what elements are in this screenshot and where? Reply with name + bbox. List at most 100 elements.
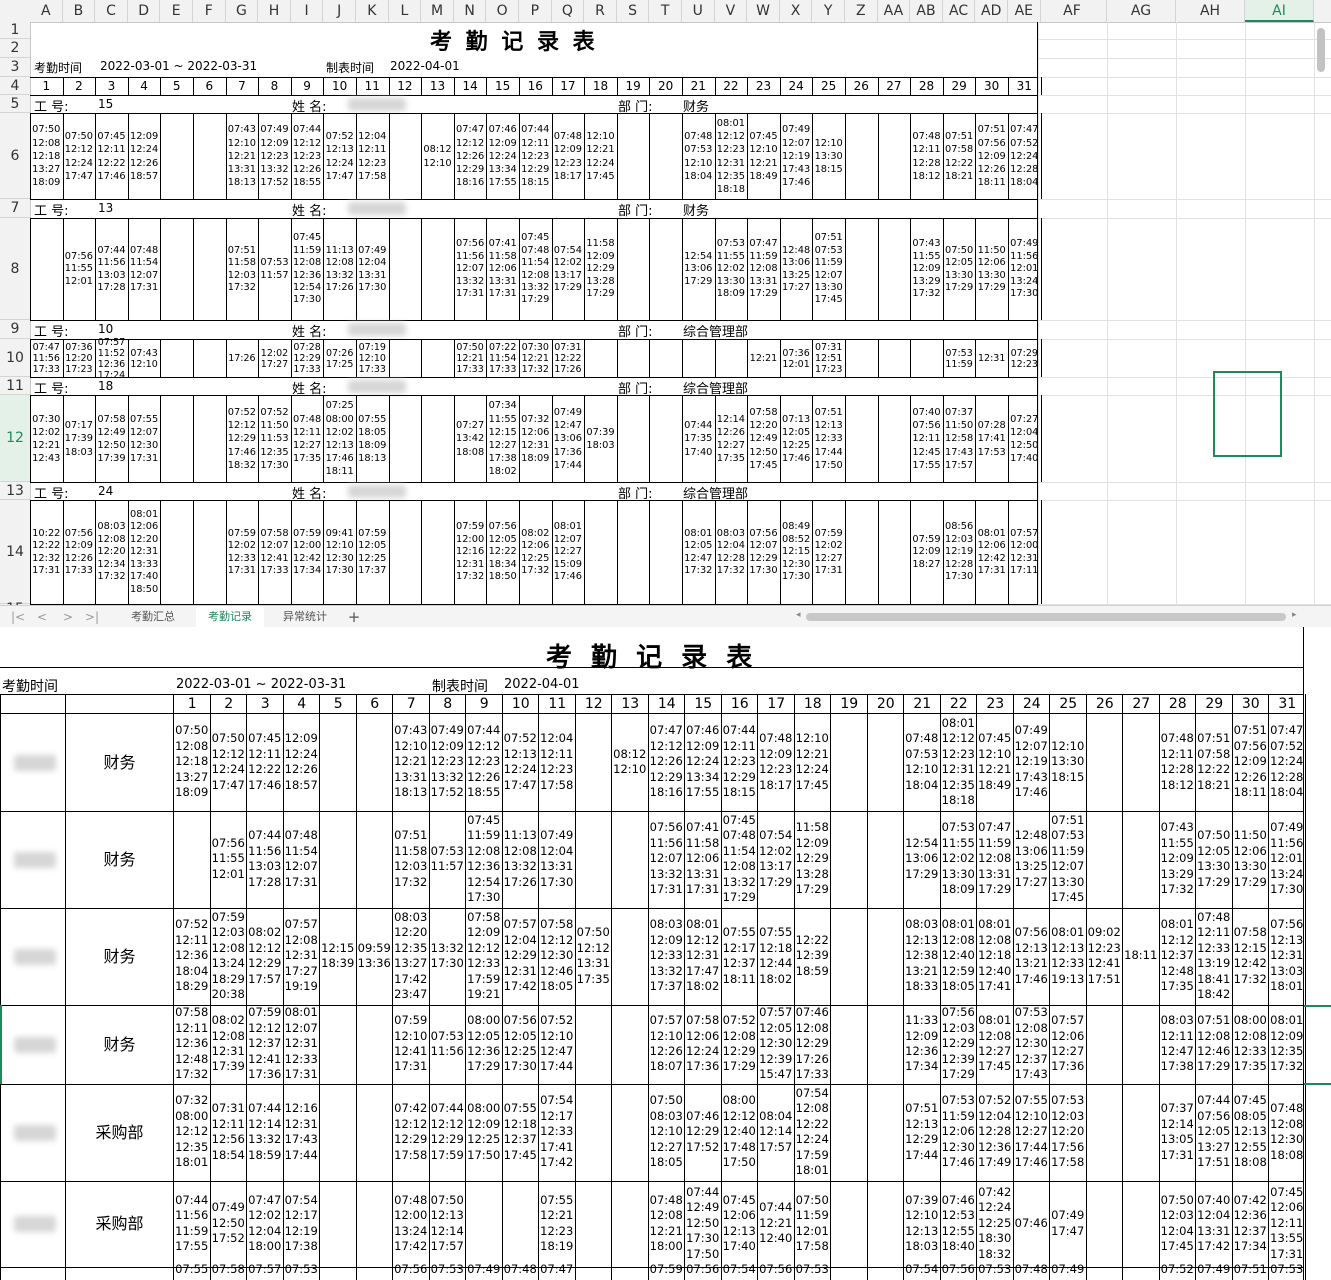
- column-header-ae[interactable]: AE: [1008, 0, 1041, 22]
- column-header-ac[interactable]: AC: [943, 0, 976, 22]
- row-header-6[interactable]: 6: [0, 113, 30, 199]
- day-header-5: 5: [172, 79, 181, 93]
- column-header-q[interactable]: Q: [552, 0, 585, 22]
- column-header-b[interactable]: B: [63, 0, 96, 22]
- tab-exception-stats[interactable]: 异常统计: [270, 606, 340, 627]
- column-header-s[interactable]: S: [617, 0, 650, 22]
- tab-attendance-record[interactable]: 考勤记录: [196, 606, 264, 627]
- column-header-h[interactable]: H: [258, 0, 291, 22]
- employee-name-label: 姓 名:: [292, 204, 327, 219]
- punch-cell: 07:47 11:59 12:08 13:31 17:29: [749, 238, 778, 300]
- punch-cell: [617, 340, 650, 377]
- column-header-c[interactable]: C: [95, 0, 128, 22]
- column-header-t[interactable]: T: [649, 0, 682, 22]
- row-header-10[interactable]: 10: [0, 339, 30, 377]
- column-header-d[interactable]: D: [128, 0, 161, 22]
- next-sheet-icon[interactable]: >: [60, 608, 76, 626]
- vertical-scrollbar[interactable]: [1317, 28, 1325, 72]
- row-header-9[interactable]: 9: [0, 320, 30, 339]
- row-header-11[interactable]: 11: [0, 377, 30, 395]
- printed-punch-cell: 07:59 12:10 12:41 17:31: [394, 1013, 428, 1074]
- horizontal-scrollbar[interactable]: [806, 613, 1286, 621]
- add-sheet-button[interactable]: +: [344, 606, 364, 627]
- printed-day-header-11: 11: [548, 696, 567, 712]
- printed-punch-cell: [868, 811, 904, 907]
- gridline: [1038, 500, 1331, 501]
- column-header-o[interactable]: O: [486, 0, 519, 22]
- cell-border: [1040, 218, 1042, 320]
- printed-day-header-3: 3: [260, 696, 270, 712]
- punch-cell: [389, 114, 422, 199]
- printed-punch-cell: 12:04 12:11 12:23 17:58: [540, 731, 574, 792]
- column-header-j[interactable]: J: [323, 0, 356, 22]
- row-header-3[interactable]: 3: [0, 58, 30, 77]
- printed-punch-cell: 07:54 12:17 12:19 17:38: [284, 1192, 318, 1254]
- column-header-ad[interactable]: AD: [975, 0, 1008, 22]
- column-header-ag[interactable]: AG: [1107, 0, 1176, 22]
- printed-punch-cell: 08:01 12:08 12:27 17:45: [978, 1013, 1012, 1074]
- column-header-aa[interactable]: AA: [878, 0, 911, 22]
- column-header-e[interactable]: E: [160, 0, 193, 22]
- column-header-g[interactable]: G: [226, 0, 259, 22]
- printed-period-label: 考勤时间: [2, 679, 58, 695]
- column-header-a[interactable]: A: [30, 0, 63, 22]
- printed-punch-cell: 07:48 12:11 12:28 18:12: [1160, 731, 1194, 792]
- printed-punch-cell: [868, 1261, 904, 1277]
- printed-punch-cell: [868, 714, 904, 810]
- column-header-l[interactable]: L: [389, 0, 422, 22]
- row-header-7[interactable]: 7: [0, 199, 30, 218]
- column-header-ab[interactable]: AB: [910, 0, 943, 22]
- column-header-i[interactable]: I: [291, 0, 324, 22]
- day-header-21: 21: [690, 79, 706, 93]
- column-header-r[interactable]: R: [584, 0, 617, 22]
- scroll-left-icon[interactable]: ◂: [796, 610, 801, 620]
- column-header-w[interactable]: W: [747, 0, 780, 22]
- printed-border: [0, 667, 1304, 668]
- last-sheet-icon[interactable]: >|: [84, 608, 100, 626]
- column-header-v[interactable]: V: [715, 0, 748, 22]
- printed-day-header-9: 9: [479, 696, 489, 712]
- day-header-1: 1: [42, 79, 51, 93]
- prev-sheet-icon[interactable]: <: [34, 608, 50, 626]
- column-header-af[interactable]: AF: [1038, 0, 1107, 22]
- punch-cell: 07:37 11:50 12:58 17:43 17:57: [944, 406, 974, 471]
- column-header-k[interactable]: K: [356, 0, 389, 22]
- row-header-13[interactable]: 13: [0, 482, 30, 500]
- first-sheet-icon[interactable]: |<: [10, 608, 26, 626]
- column-header-x[interactable]: X: [780, 0, 813, 22]
- row-header-14[interactable]: 14: [0, 500, 30, 604]
- column-header-z[interactable]: Z: [845, 0, 878, 22]
- row-header-8[interactable]: 8: [0, 218, 30, 320]
- printed-punch-cell: 07:41 11:58 12:06 13:31 17:31: [686, 820, 720, 897]
- printed-punch-cell: [576, 714, 612, 810]
- row-header-1[interactable]: 1: [0, 22, 30, 39]
- column-header-ah[interactable]: AH: [1176, 0, 1245, 22]
- column-header-y[interactable]: Y: [812, 0, 845, 22]
- printed-punch-cell: 08:01 12:07 12:31 12:33 17:31: [284, 1005, 318, 1082]
- punch-cell: 07:49 11:56 12:01 13:24 17:30: [1010, 238, 1039, 300]
- sheet-grid[interactable]: 考 勤 记 录 表考勤时间 2022-03-01 ~ 2022-03-31 制表时间…: [30, 22, 1331, 605]
- tab-attendance-summary[interactable]: 考勤汇总: [118, 606, 188, 627]
- scroll-right-icon[interactable]: ▸: [1292, 610, 1297, 620]
- row-header-5[interactable]: 5: [0, 95, 30, 113]
- row-header-12[interactable]: 12: [0, 395, 30, 482]
- printed-punch-cell: [1123, 714, 1159, 810]
- column-header-ai[interactable]: AI: [1245, 0, 1314, 22]
- printed-punch-cell: [612, 1005, 648, 1083]
- selected-cell[interactable]: [1213, 371, 1282, 457]
- column-header-u[interactable]: U: [682, 0, 715, 22]
- row-header-2[interactable]: 2: [0, 39, 30, 58]
- punch-cell: 07:49 12:07 12:19 17:43 17:46: [781, 124, 811, 189]
- gridline: [1245, 22, 1246, 605]
- column-header-p[interactable]: P: [519, 0, 552, 22]
- column-header-m[interactable]: M: [421, 0, 454, 22]
- row-header-4[interactable]: 4: [0, 77, 30, 95]
- punch-cell: 11:13 12:08 13:32 17:26: [325, 244, 354, 293]
- printed-day-header-26: 26: [1095, 696, 1114, 712]
- column-header-n[interactable]: N: [454, 0, 487, 22]
- printed-punch-cell: 08:00 12:12 12:40 17:48 17:50: [722, 1093, 756, 1170]
- printed-punch-cell: 07:44 12:49 12:50 17:30 17:50: [686, 1184, 720, 1261]
- column-header-f[interactable]: F: [193, 0, 226, 22]
- printed-punch-cell: 07:57 12:10 12:26 18:07: [649, 1013, 683, 1074]
- printed-punch-cell: [357, 1181, 393, 1266]
